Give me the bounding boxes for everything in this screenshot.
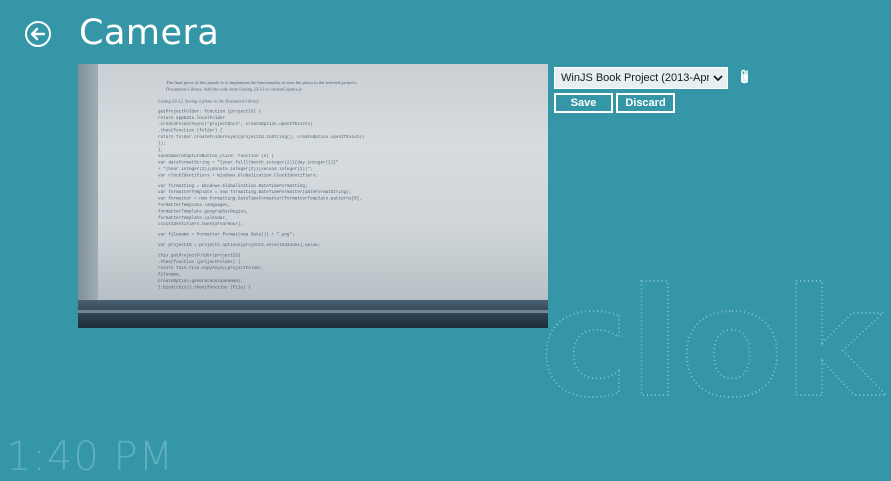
photo-code-line: var clockIdentifiers = Windows.Globaliza… (158, 173, 318, 178)
camera-page: Camera The final piece of this puzzle is… (0, 0, 891, 481)
page-title: Camera (79, 13, 220, 53)
paperclip-icon[interactable] (739, 67, 751, 85)
back-arrow-icon (25, 21, 51, 47)
photo-code-line: return this.file.copyAsync(projectFolder… (158, 266, 264, 271)
discard-button[interactable]: Discard (616, 93, 675, 113)
save-button[interactable]: Save (554, 93, 613, 113)
photo-code-line: }.bind(this)).then(function (file) { (158, 285, 251, 290)
photo-code-line: saveCameraCaptureButton_click: function … (158, 154, 274, 159)
photo-code-line: var projectId = projects.options[project… (158, 243, 320, 248)
photo-code-line: var formatterTemplate = new formatting.D… (158, 190, 351, 195)
photo-code-text: The final piece of this puzzle is to imp… (158, 80, 364, 290)
photo-code-line: this.getProjectFolder(projectId) (158, 253, 241, 258)
photo-code-line: getProjectFolder: function (projectId) { (158, 109, 262, 114)
clok-logo-text: clok (540, 265, 886, 415)
clok-logo: clok (539, 256, 891, 432)
photo-code-line: return folder.createFolderAsync(projectI… (158, 135, 364, 140)
project-select-value: WinJS Book Project (2013-Apress) (561, 72, 709, 84)
photo-code-line: var formatter = new formatting.DateTimeF… (158, 197, 362, 202)
photo-code-line: formatterTemplate.geographicRegion, (158, 209, 248, 214)
chevron-down-icon (709, 69, 727, 87)
clock-time: 1:40 PM (6, 434, 175, 480)
photo-code-line: var formatting = Windows.Globalization.D… (158, 184, 308, 189)
photo-bezel-highlight (78, 310, 548, 313)
photo-code-line: var dateFormatString = "{year.full}{mont… (158, 161, 339, 166)
photo-code-line: createOption.generateUniqueName); (158, 279, 243, 284)
photo-code-line: Listing 23-12. Saving a photo in the Doc… (158, 98, 260, 103)
photo-code-line: + "{hour.integer(2)}{minute.integer(2)}{… (158, 167, 313, 172)
photo-code-line: filename, (158, 273, 181, 278)
photo-code-line: Documents Library. Add the code from Lis… (166, 86, 302, 91)
photo-code-line: clockIdentifiers.twentyFourHour); (158, 222, 243, 227)
captured-photo: The final piece of this puzzle is to imp… (78, 64, 548, 328)
photo-code-line: .createFolderAsync("projectDocs", create… (158, 122, 313, 127)
photo-code-line: }); (158, 141, 166, 146)
back-button[interactable] (24, 20, 52, 48)
photo-code-line: return appData.localFolder (158, 116, 225, 121)
photo-monitor-bezel (78, 300, 548, 328)
photo-code-line: var filename = formatter.format(new Date… (158, 233, 295, 238)
photo-code-line: The final piece of this puzzle is to imp… (166, 80, 357, 85)
photo-code-line: }, (158, 148, 163, 153)
photo-code-line: .then(function (folder) { (158, 129, 223, 134)
photo-code-line: formatterTemplate.languages, (158, 203, 230, 208)
project-select[interactable]: WinJS Book Project (2013-Apress) (554, 67, 728, 89)
photo-code-line: formatterTemplate.calendar, (158, 216, 228, 221)
photo-code-line: .then(function (projectFolder) { (158, 260, 241, 265)
photo-sidebar (78, 64, 100, 300)
